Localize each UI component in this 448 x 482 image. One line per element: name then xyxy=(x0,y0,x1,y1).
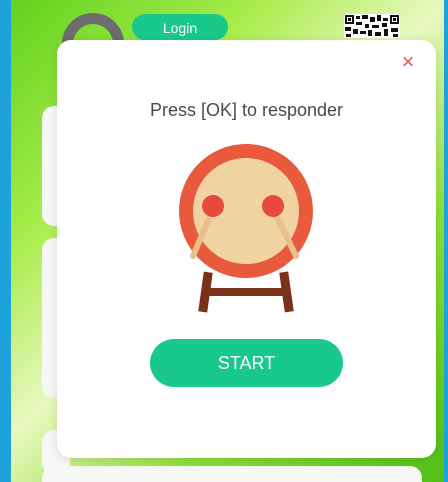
qr-code-icon[interactable] xyxy=(344,14,400,38)
app-screen: Login × Press [OK] to responder START xyxy=(0,0,448,482)
start-button[interactable]: START xyxy=(150,339,343,387)
window-frame-right xyxy=(444,0,448,482)
dialog-prompt: Press [OK] to responder xyxy=(149,100,344,120)
responder-dialog: × Press [OK] to responder START xyxy=(57,40,436,458)
background-card xyxy=(42,466,422,482)
login-button[interactable]: Login xyxy=(132,14,228,40)
drum-icon xyxy=(179,144,313,313)
window-frame-left xyxy=(0,0,11,482)
close-button[interactable]: × xyxy=(398,51,418,73)
